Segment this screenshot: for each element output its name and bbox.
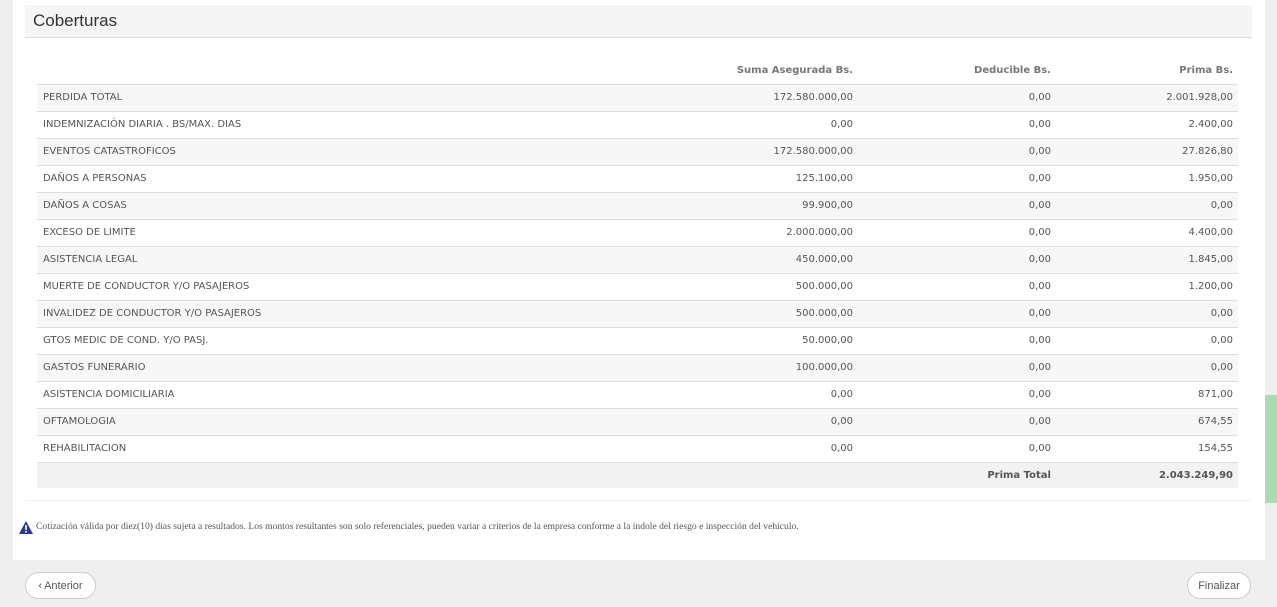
prima-cell: 2.400,00 — [1051, 110, 1238, 138]
deducible-cell: 0,00 — [853, 380, 1051, 408]
deducible-cell: 0,00 — [853, 326, 1051, 354]
panel-title: Coberturas — [33, 11, 118, 30]
coverage-name: GTOS MEDIC DE COND. Y/O PASJ. — [37, 326, 657, 354]
prima-cell: 0,00 — [1051, 191, 1238, 219]
prima-cell: 154,55 — [1051, 434, 1238, 462]
prima-cell: 871,00 — [1051, 380, 1238, 408]
total-value: 2.043.249,90 — [1051, 461, 1238, 488]
suma-asegurada-cell: 172.580.000,00 — [657, 137, 853, 165]
table-row: OFTAMOLOGIA 0,00 0,00 674,55 — [37, 407, 1238, 435]
deducible-cell: 0,00 — [853, 191, 1051, 219]
chevron-left-icon: ‹ — [38, 579, 43, 592]
finish-label: Finalizar — [1198, 579, 1240, 592]
coverage-name: DAÑOS A COSAS — [37, 191, 657, 219]
table-row: EXCESO DE LIMITE 2.000.000,00 0,00 4.400,00 — [37, 218, 1238, 246]
deducible-cell: 0,00 — [853, 434, 1051, 462]
header-deducible: Deducible Bs. — [853, 58, 1051, 85]
deducible-cell: 0,00 — [853, 164, 1051, 192]
table-row: PERDIDA TOTAL 172.580.000,00 0,00 2.001.928… — [37, 83, 1238, 111]
table-row: ASISTENCIA LEGAL 450.000,00 0,00 1.845,00 — [37, 245, 1238, 273]
total-label: Prima Total — [853, 461, 1051, 488]
coverage-name: INVALIDEZ DE CONDUCTOR Y/O PASAJEROS — [37, 299, 657, 327]
suma-asegurada-cell: 125.100,00 — [657, 164, 853, 192]
prima-cell: 4.400,00 — [1051, 218, 1238, 246]
deducible-cell: 0,00 — [853, 245, 1051, 273]
prima-cell: 674,55 — [1051, 407, 1238, 435]
panel-header: Coberturas — [25, 5, 1252, 38]
deducible-cell: 0,00 — [853, 218, 1051, 246]
header-suma-asegurada: Suma Asegurada Bs. — [657, 58, 853, 85]
suma-asegurada-cell: 172.580.000,00 — [657, 83, 853, 111]
suma-asegurada-cell: 0,00 — [657, 380, 853, 408]
table-row: REHABILITACION 0,00 0,00 154,55 — [37, 434, 1238, 462]
total-row: Prima Total 2.043.249,90 — [37, 461, 1238, 488]
coverage-table: Suma Asegurada Bs. Deducible Bs. Prima B… — [37, 58, 1238, 488]
prima-cell: 27.826,80 — [1051, 137, 1238, 165]
deducible-cell: 0,00 — [853, 353, 1051, 381]
coverage-name: ASISTENCIA DOMICILIARIA — [37, 380, 657, 408]
disclaimer-notice: Cotización válida por diez(10) días suje… — [19, 518, 1249, 534]
coverage-name: MUERTE DE CONDUCTOR Y/O PASAJEROS — [37, 272, 657, 300]
table-row: DAÑOS A COSAS 99.900,00 0,00 0,00 — [37, 191, 1238, 219]
finish-button[interactable]: Finalizar — [1187, 572, 1251, 599]
table-row: EVENTOS CATASTROFICOS 172.580.000,00 0,00 2… — [37, 137, 1238, 165]
prima-cell: 1.845,00 — [1051, 245, 1238, 273]
coverage-name: OFTAMOLOGIA — [37, 407, 657, 435]
prima-cell: 0,00 — [1051, 353, 1238, 381]
table-row: ASISTENCIA DOMICILIARIA 0,00 0,00 871,00 — [37, 380, 1238, 408]
coverage-name: DAÑOS A PERSONAS — [37, 164, 657, 192]
deducible-cell: 0,00 — [853, 137, 1051, 165]
table-row: INDEMNIZACIÓN DIARIA . BS/MAX. DIAS 0,00 0… — [37, 110, 1238, 138]
suma-asegurada-cell: 50.000,00 — [657, 326, 853, 354]
prima-cell: 2.001.928,00 — [1051, 83, 1238, 111]
prima-cell: 0,00 — [1051, 326, 1238, 354]
total-spacer — [37, 461, 657, 488]
coverage-name: ASISTENCIA LEGAL — [37, 245, 657, 273]
deducible-cell: 0,00 — [853, 83, 1051, 111]
table-row: GASTOS FUNERARIO 100.000,00 0,00 0,00 — [37, 353, 1238, 381]
disclaimer-text: Cotización válida por diez(10) días suje… — [36, 520, 799, 532]
header-coverage — [37, 58, 657, 85]
prima-cell: 1.950,00 — [1051, 164, 1238, 192]
deducible-cell: 0,00 — [853, 299, 1051, 327]
suma-asegurada-cell: 500.000,00 — [657, 272, 853, 300]
header-prima: Prima Bs. — [1051, 58, 1238, 85]
suma-asegurada-cell: 0,00 — [657, 110, 853, 138]
coverage-card: Coberturas Suma Asegurada Bs. Deducible … — [13, 0, 1265, 560]
deducible-cell: 0,00 — [853, 110, 1051, 138]
suma-asegurada-cell: 100.000,00 — [657, 353, 853, 381]
coverage-name: REHABILITACION — [37, 434, 657, 462]
scroll-indicator — [1265, 395, 1277, 503]
suma-asegurada-cell: 450.000,00 — [657, 245, 853, 273]
suma-asegurada-cell: 2.000.000,00 — [657, 218, 853, 246]
coverage-name: GASTOS FUNERARIO — [37, 353, 657, 381]
deducible-cell: 0,00 — [853, 272, 1051, 300]
table-row: MUERTE DE CONDUCTOR Y/O PASAJEROS 500.000… — [37, 272, 1238, 300]
coverage-name: INDEMNIZACIÓN DIARIA . BS/MAX. DIAS — [37, 110, 657, 138]
suma-asegurada-cell: 500.000,00 — [657, 299, 853, 327]
table-row: INVALIDEZ DE CONDUCTOR Y/O PASAJEROS 500.… — [37, 299, 1238, 327]
table-row: DAÑOS A PERSONAS 125.100,00 0,00 1.950,00 — [37, 164, 1238, 192]
coverage-name: EVENTOS CATASTROFICOS — [37, 137, 657, 165]
table-header-row: Suma Asegurada Bs. Deducible Bs. Prima B… — [37, 58, 1238, 85]
previous-label: Anterior — [44, 579, 83, 592]
prima-cell: 0,00 — [1051, 299, 1238, 327]
total-spacer — [657, 461, 853, 488]
warning-icon — [19, 519, 33, 534]
prima-cell: 1.200,00 — [1051, 272, 1238, 300]
suma-asegurada-cell: 99.900,00 — [657, 191, 853, 219]
coverage-name: PERDIDA TOTAL — [37, 83, 657, 111]
previous-button[interactable]: ‹ Anterior — [25, 572, 96, 599]
suma-asegurada-cell: 0,00 — [657, 407, 853, 435]
table-row: GTOS MEDIC DE COND. Y/O PASJ. 50.000,00 0,… — [37, 326, 1238, 354]
suma-asegurada-cell: 0,00 — [657, 434, 853, 462]
panel-body: Suma Asegurada Bs. Deducible Bs. Prima B… — [25, 38, 1252, 501]
coverage-name: EXCESO DE LIMITE — [37, 218, 657, 246]
deducible-cell: 0,00 — [853, 407, 1051, 435]
